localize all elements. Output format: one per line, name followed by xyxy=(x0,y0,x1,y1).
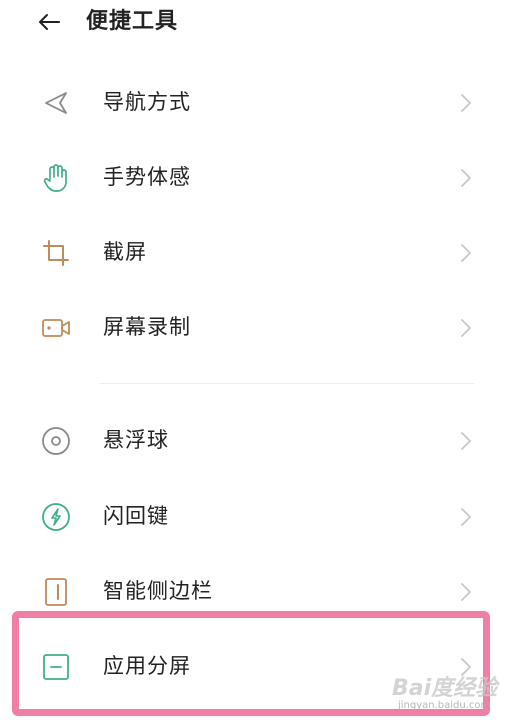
navigation-arrow-icon xyxy=(40,87,72,119)
sidebar-icon xyxy=(40,576,72,608)
menu-item-label: 应用分屏 xyxy=(103,654,191,678)
chevron-right-icon xyxy=(456,505,476,529)
chevron-right-icon xyxy=(456,166,476,190)
crop-icon xyxy=(40,237,72,269)
chevron-right-icon xyxy=(456,429,476,453)
split-screen-icon xyxy=(40,651,72,683)
lightning-circle-icon xyxy=(40,501,72,533)
arrow-left-icon xyxy=(39,14,60,30)
menu-item-label: 导航方式 xyxy=(103,90,191,114)
menu-item-flashback-key[interactable]: 闪回键 xyxy=(0,486,512,546)
menu-item-label: 闪回键 xyxy=(103,504,169,528)
menu-item-screenshot[interactable]: 截屏 xyxy=(0,222,512,282)
chevron-right-icon xyxy=(456,316,476,340)
menu-item-label: 悬浮球 xyxy=(103,428,169,452)
menu-item-label: 屏幕录制 xyxy=(103,315,191,339)
menu-item-gesture-motion[interactable]: 手势体感 xyxy=(0,147,512,207)
screen: 便捷工具 导航方式 手势体感 截屏 屏幕录制 悬浮球 闪回键 智能侧边栏 应用分… xyxy=(0,0,512,728)
chevron-right-icon xyxy=(456,580,476,604)
watermark-url: jingyan.baidu.com xyxy=(398,700,491,711)
back-button[interactable] xyxy=(34,10,64,34)
menu-item-smart-sidebar[interactable]: 智能侧边栏 xyxy=(0,561,512,621)
chevron-right-icon xyxy=(456,91,476,115)
menu-item-navigation-mode[interactable]: 导航方式 xyxy=(0,72,512,132)
hand-gesture-icon xyxy=(40,162,72,194)
page-title: 便捷工具 xyxy=(86,9,179,34)
chevron-right-icon xyxy=(456,655,476,679)
menu-item-screen-recording[interactable]: 屏幕录制 xyxy=(0,297,512,357)
section-divider xyxy=(100,383,474,384)
floating-ball-icon xyxy=(40,425,72,457)
menu-item-floating-ball[interactable]: 悬浮球 xyxy=(0,410,512,470)
chevron-right-icon xyxy=(456,241,476,265)
menu-item-app-split-screen[interactable]: 应用分屏 xyxy=(0,636,512,696)
menu-item-label: 截屏 xyxy=(103,240,147,264)
header-bar: 便捷工具 xyxy=(0,0,512,44)
menu-item-label: 手势体感 xyxy=(103,165,191,189)
video-camera-icon xyxy=(40,312,72,344)
menu-item-label: 智能侧边栏 xyxy=(103,579,213,603)
